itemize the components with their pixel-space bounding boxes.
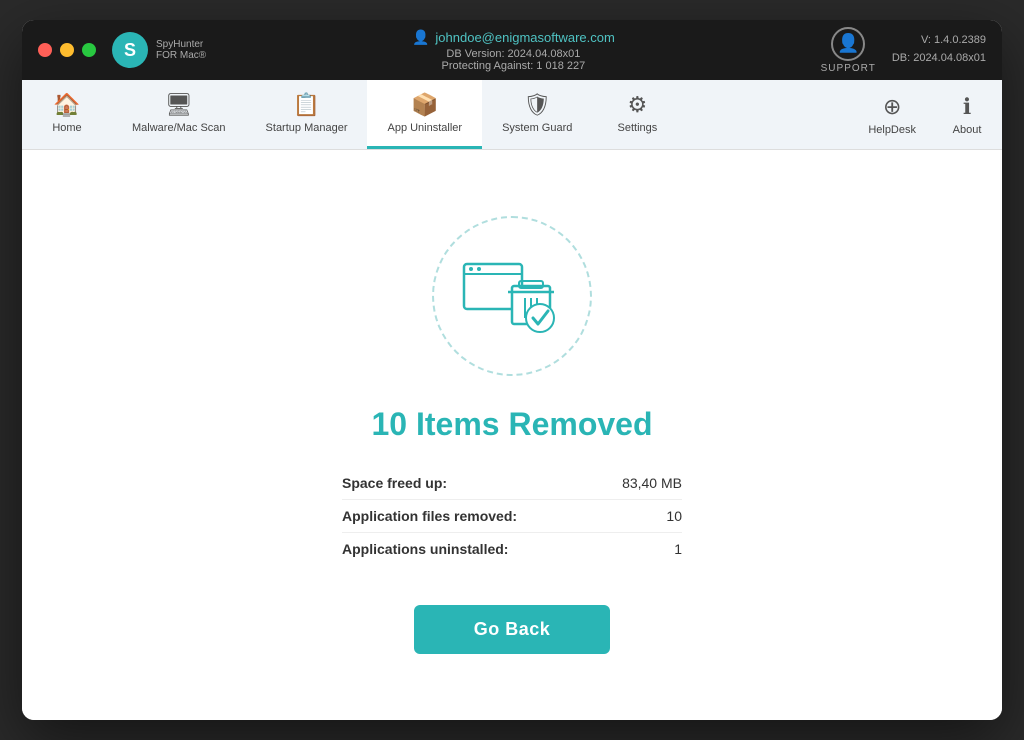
guard-icon: 🛡 (523, 92, 551, 118)
startup-icon: 📋 (293, 92, 320, 118)
settings-icon: ⚙ (628, 92, 648, 118)
main-content: 10 Items Removed Space freed up: 83,40 M… (22, 150, 1002, 720)
nav-startup-label: Startup Manager (266, 122, 348, 134)
nav-settings-label: Settings (618, 122, 658, 134)
version-line1: V: 1.4.0.2389 (892, 32, 986, 50)
nav-uninstaller-label: App Uninstaller (387, 122, 462, 134)
window-controls (38, 43, 96, 57)
nav-helpdesk[interactable]: ⊕ HelpDesk (852, 80, 932, 149)
nav-scan-label: Malware/Mac Scan (132, 122, 226, 134)
logo-area: S SpyHunter FOR Mac® (112, 32, 206, 68)
nav-home-label: Home (52, 122, 81, 134)
close-button[interactable] (38, 43, 52, 57)
nav-startup-manager[interactable]: 📋 Startup Manager (246, 80, 368, 149)
protecting-count: Protecting Against: 1 018 227 (442, 60, 586, 72)
support-button[interactable]: 👤 SUPPORT (821, 27, 876, 74)
stat-row-files: Application files removed: 10 (342, 500, 682, 533)
stat-row-space: Space freed up: 83,40 MB (342, 467, 682, 500)
logo-text: SpyHunter FOR Mac® (156, 39, 206, 61)
stat-value-space: 83,40 MB (622, 475, 682, 491)
nav-about[interactable]: ℹ About (932, 80, 1002, 149)
stat-label-files: Application files removed: (342, 508, 517, 524)
user-icon: 👤 (412, 29, 429, 46)
nav-guard-label: System Guard (502, 122, 572, 134)
result-title: 10 Items Removed (371, 406, 652, 443)
logo-subtext: FOR Mac® (156, 50, 206, 61)
stat-value-apps: 1 (674, 541, 682, 557)
db-version: DB Version: 2024.04.08x01 (446, 48, 580, 60)
helpdesk-icon: ⊕ (883, 94, 901, 120)
user-info: 👤 johndoe@enigmasoftware.com (412, 29, 615, 46)
nav-about-label: About (953, 124, 982, 136)
result-icon-container (432, 216, 592, 376)
nav-home[interactable]: 🏠 Home (22, 80, 112, 149)
nav-app-uninstaller[interactable]: 📦 App Uninstaller (367, 80, 482, 149)
user-email: johndoe@enigmasoftware.com (435, 30, 614, 45)
nav-helpdesk-label: HelpDesk (868, 124, 916, 136)
nav-malware-scan[interactable]: 🖥 Malware/Mac Scan (112, 80, 246, 149)
stats-table: Space freed up: 83,40 MB Application fil… (342, 467, 682, 565)
about-icon: ℹ (963, 94, 971, 120)
minimize-button[interactable] (60, 43, 74, 57)
support-label: SUPPORT (821, 63, 876, 74)
scan-icon: 🖥 (165, 92, 193, 118)
stat-label-apps: Applications uninstalled: (342, 541, 508, 557)
navbar: 🏠 Home 🖥 Malware/Mac Scan 📋 Startup Mana… (22, 80, 1002, 150)
stat-value-files: 10 (666, 508, 682, 524)
home-icon: 🏠 (53, 92, 80, 118)
uninstall-svg-icon (462, 256, 562, 336)
titlebar: S SpyHunter FOR Mac® 👤 johndoe@enigmasof… (22, 20, 1002, 80)
uninstaller-icon: 📦 (411, 92, 438, 118)
logo-name: SpyHunter (156, 39, 206, 50)
version-line2: DB: 2024.04.08x01 (892, 50, 986, 68)
app-window: S SpyHunter FOR Mac® 👤 johndoe@enigmasof… (22, 20, 1002, 720)
logo-icon: S (112, 32, 148, 68)
titlebar-right: 👤 SUPPORT V: 1.4.0.2389 DB: 2024.04.08x0… (821, 27, 986, 74)
stat-label-space: Space freed up: (342, 475, 447, 491)
db-info: DB Version: 2024.04.08x01 Protecting Aga… (442, 48, 586, 72)
stat-row-apps: Applications uninstalled: 1 (342, 533, 682, 565)
maximize-button[interactable] (82, 43, 96, 57)
result-icon (462, 256, 562, 336)
titlebar-center: 👤 johndoe@enigmasoftware.com DB Version:… (206, 29, 820, 72)
nav-system-guard[interactable]: 🛡 System Guard (482, 80, 592, 149)
nav-settings[interactable]: ⚙ Settings (592, 80, 682, 149)
go-back-button[interactable]: Go Back (414, 605, 611, 654)
support-icon: 👤 (831, 27, 865, 61)
version-info: V: 1.4.0.2389 DB: 2024.04.08x01 (892, 32, 986, 67)
